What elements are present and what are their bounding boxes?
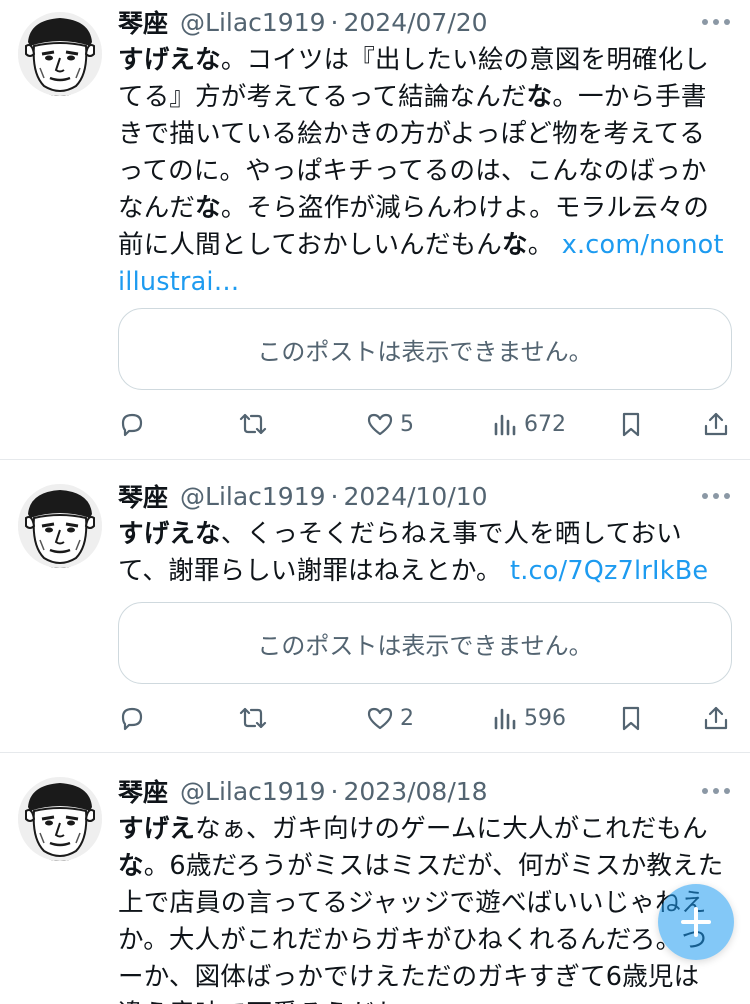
- like-count: 5: [400, 411, 414, 437]
- post-text-segment: 。6歳だろうがミスはミスだが、何がミスか教えた上で店員の言ってるジャッジで遊べば…: [118, 851, 724, 1004]
- post-text: すげえな。コイツは『出したい絵の意図を明確化してる』方が考えてるって結論なんだな…: [118, 42, 724, 301]
- post-link[interactable]: t.co/7Qz7lrIkBe: [510, 556, 708, 586]
- like-count: 2: [400, 705, 414, 731]
- post-header: 琴座 @Lilac1919 · 2024/10/10: [118, 476, 730, 516]
- post-header: 琴座 @Lilac1919 · 2024/07/20: [118, 2, 730, 42]
- timeline-feed: 琴座 @Lilac1919 · 2024/07/20 すげえな。コイツは『出した…: [0, 0, 750, 1004]
- post[interactable]: 琴座 @Lilac1919 · 2023/08/18 すげえなぁ、ガキ向けのゲー…: [0, 753, 750, 1004]
- post-text-segment: な: [501, 230, 528, 260]
- views-count: 596: [524, 705, 566, 731]
- heart-icon: [366, 704, 394, 732]
- views-button[interactable]: 672: [492, 404, 566, 444]
- post-text-segment: な: [118, 851, 144, 881]
- action-bar: 5 672: [118, 404, 732, 444]
- display-name[interactable]: 琴座: [118, 773, 168, 809]
- views-icon: [492, 704, 518, 732]
- repost-button[interactable]: [238, 698, 274, 738]
- repost-icon: [238, 410, 268, 438]
- post-date[interactable]: 2024/07/20: [343, 8, 487, 37]
- repost-button[interactable]: [238, 404, 274, 444]
- post-text-segment: なぁ、ガキ向けのゲームに大人がこれだもん: [195, 814, 708, 844]
- compose-button[interactable]: [658, 884, 734, 960]
- more-horizontal-icon[interactable]: [698, 4, 734, 40]
- post-date[interactable]: 2024/10/10: [343, 482, 487, 511]
- like-button[interactable]: 2: [366, 698, 414, 738]
- post-date[interactable]: 2023/08/18: [343, 777, 487, 806]
- separator: ·: [330, 7, 339, 37]
- post-text-segment: すげえな: [118, 519, 221, 549]
- reply-icon: [118, 410, 146, 438]
- post-text: すげえな、くっそくだらねえ事で人を晒しておいて、謝罪らしい謝罪はねえとか。 t.…: [118, 516, 724, 590]
- share-icon: [702, 410, 730, 438]
- user-handle[interactable]: @Lilac1919: [180, 8, 326, 37]
- user-handle[interactable]: @Lilac1919: [180, 482, 326, 511]
- user-handle[interactable]: @Lilac1919: [180, 777, 326, 806]
- avatar[interactable]: [18, 777, 102, 861]
- reply-button[interactable]: [118, 404, 152, 444]
- like-button[interactable]: 5: [366, 404, 414, 444]
- views-count: 672: [524, 411, 566, 437]
- more-horizontal-icon[interactable]: [698, 773, 734, 809]
- post-text-segment: な: [526, 82, 553, 112]
- bookmark-icon: [618, 704, 644, 732]
- views-icon: [492, 410, 518, 438]
- avatar[interactable]: [18, 12, 102, 96]
- reply-icon: [118, 704, 146, 732]
- post-text-segment: な: [195, 193, 221, 223]
- action-bar: 2 596: [118, 698, 732, 738]
- display-name[interactable]: 琴座: [118, 478, 168, 514]
- views-button[interactable]: 596: [492, 698, 566, 738]
- post-header: 琴座 @Lilac1919 · 2023/08/18: [118, 771, 730, 811]
- reply-button[interactable]: [118, 698, 152, 738]
- compose-plus-icon: [681, 907, 711, 937]
- share-button[interactable]: [702, 698, 730, 738]
- bookmark-button[interactable]: [618, 404, 644, 444]
- quoted-post-unavailable[interactable]: このポストは表示できません。: [118, 602, 732, 684]
- separator: ·: [330, 776, 339, 806]
- bookmark-button[interactable]: [618, 698, 644, 738]
- quoted-post-unavailable[interactable]: このポストは表示できません。: [118, 308, 732, 390]
- post-text-segment: すげえ: [118, 814, 196, 844]
- bookmark-icon: [618, 410, 644, 438]
- post[interactable]: 琴座 @Lilac1919 · 2024/10/10 すげえな、くっそくだらねえ…: [0, 460, 750, 753]
- post[interactable]: 琴座 @Lilac1919 · 2024/07/20 すげえな。コイツは『出した…: [0, 0, 750, 460]
- avatar[interactable]: [18, 484, 102, 568]
- share-button[interactable]: [702, 404, 730, 444]
- separator: ·: [330, 481, 339, 511]
- more-horizontal-icon[interactable]: [698, 478, 734, 514]
- share-icon: [702, 704, 730, 732]
- display-name[interactable]: 琴座: [118, 4, 168, 40]
- heart-icon: [366, 410, 394, 438]
- post-text-segment: 。: [527, 230, 562, 260]
- post-text-segment: すげえな: [118, 45, 221, 75]
- post-text: すげえなぁ、ガキ向けのゲームに大人がこれだもんな。6歳だろうがミスはミスだが、何…: [118, 811, 724, 1004]
- repost-icon: [238, 704, 268, 732]
